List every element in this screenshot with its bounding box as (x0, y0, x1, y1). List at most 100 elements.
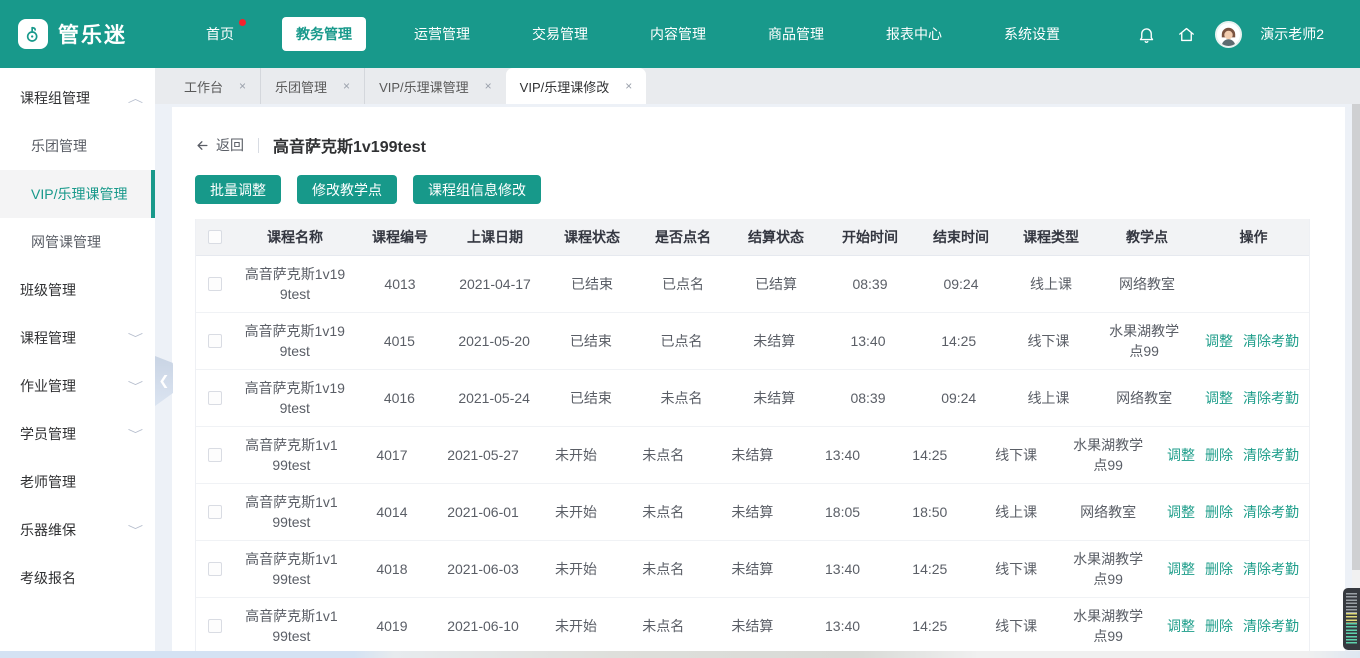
main-area: 工作台 × 乐团管理 × VIP/乐理课管理 × VIP/乐理课修改 × 返回 高音萨克斯1v… (155, 68, 1360, 651)
sidebar-subitem-1-3[interactable]: 网管课管理 (0, 218, 155, 266)
nav-item-7[interactable]: 报表中心 (872, 17, 956, 51)
select-all-checkbox[interactable] (208, 230, 222, 244)
op-link-0[interactable]: 调整 (1167, 502, 1195, 522)
op-link-0[interactable]: 调整 (1205, 388, 1233, 408)
tab-close-icon[interactable]: × (485, 79, 492, 93)
row-checkbox[interactable] (207, 334, 222, 348)
bell-icon[interactable] (1135, 23, 1157, 45)
cell-type: 线上课 (1027, 390, 1070, 406)
toolbar-button-2[interactable]: 修改教学点 (297, 175, 397, 204)
row-checkbox[interactable] (207, 505, 222, 519)
toolbar-button-3[interactable]: 课程组信息修改 (413, 175, 541, 204)
row-checkbox-cell (196, 484, 233, 540)
user-name[interactable]: 演示老师2 (1260, 24, 1324, 44)
cell-code: 4013 (384, 276, 416, 292)
row-checkbox[interactable] (208, 277, 222, 291)
sidebar-item-5[interactable]: 学员管理 ﹀ (0, 410, 155, 458)
sidebar-item-8[interactable]: 考级报名 (0, 554, 155, 602)
cell-start: 13:40 (825, 447, 861, 463)
cell-operations: 调整 清除考勤 (1195, 313, 1309, 369)
toolbar-button-1[interactable]: 批量调整 (195, 175, 281, 204)
sidebar-subitem-1-1[interactable]: 乐团管理 (0, 122, 155, 170)
op-link-2[interactable]: 清除考勤 (1243, 559, 1299, 579)
nav-item-3[interactable]: 运营管理 (400, 17, 484, 51)
column-header: 开始时间 (842, 229, 898, 245)
tab-3[interactable]: VIP/乐理课管理 × (365, 68, 506, 104)
sidebar-item-6[interactable]: 老师管理 (0, 458, 155, 506)
op-link-0[interactable]: 调整 (1167, 616, 1195, 636)
op-link-0[interactable]: 调整 (1167, 559, 1195, 579)
nav-item-1[interactable]: 首页 (192, 17, 248, 51)
cell-start: 13:40 (825, 561, 861, 577)
back-button[interactable]: 返回 (195, 135, 244, 155)
tab-close-icon[interactable]: × (625, 79, 632, 93)
tab-2[interactable]: 乐团管理 × (261, 68, 366, 104)
tab-close-icon[interactable]: × (343, 79, 350, 93)
cell-code: 4014 (376, 504, 408, 520)
cell-end: 18:50 (912, 504, 948, 520)
user-avatar[interactable] (1215, 20, 1243, 48)
row-checkbox[interactable] (207, 448, 222, 462)
op-link-2[interactable]: 清除考勤 (1243, 445, 1299, 465)
nav-item-5[interactable]: 内容管理 (636, 17, 720, 51)
op-link-2[interactable]: 清除考勤 (1243, 502, 1299, 522)
sidebar-item-3[interactable]: 课程管理 ﹀ (0, 314, 155, 362)
nav-item-8[interactable]: 系统设置 (990, 17, 1074, 51)
cell-name: 高音萨克斯1v199test (245, 551, 338, 587)
nav-item-2[interactable]: 教务管理 (282, 17, 366, 51)
sidebar-item-4[interactable]: 作业管理 ﹀ (0, 362, 155, 410)
chevron-down-icon: ﹀ (127, 525, 144, 537)
cell-type: 线下课 (995, 618, 1038, 634)
op-link-1[interactable]: 清除考勤 (1243, 331, 1299, 351)
cell-name: 高音萨克斯1v199test (245, 494, 338, 530)
tab-4[interactable]: VIP/乐理课修改 × (505, 68, 647, 104)
cell-end: 14:25 (912, 618, 948, 634)
cell-start: 13:40 (850, 333, 886, 349)
cell-status: 已结束 (569, 333, 612, 349)
op-link-1[interactable]: 清除考勤 (1243, 388, 1299, 408)
cell-type: 线下课 (995, 447, 1038, 463)
cell-name: 高音萨克斯1v199test (244, 266, 346, 302)
cell-operations: 调整 删除 清除考勤 (1157, 541, 1309, 597)
op-link-2[interactable]: 清除考勤 (1243, 616, 1299, 636)
sidebar: 课程组管理 ︿ 乐团管理 VIP/乐理课管理 网管课管理 班级管理 课程管理 ﹀ 作业管理 ﹀ 学员… (0, 68, 155, 651)
cell-type: 线上课 (995, 504, 1038, 520)
row-checkbox[interactable] (207, 562, 222, 576)
tab-close-icon[interactable]: × (239, 79, 246, 93)
op-link-1[interactable]: 删除 (1205, 445, 1233, 465)
row-checkbox[interactable] (207, 619, 222, 633)
cell-venue: 水果湖教学点99 (1073, 608, 1144, 644)
column-header: 结束时间 (933, 229, 989, 245)
cell-venue: 网络教室 (1116, 390, 1173, 406)
op-link-0[interactable]: 调整 (1167, 445, 1195, 465)
tab-1[interactable]: 工作台 × (170, 68, 262, 104)
cell-date: 2021-05-27 (447, 447, 519, 463)
row-checkbox[interactable] (207, 391, 222, 405)
toolbar: 批量调整 修改教学点 课程组信息修改 (172, 157, 1345, 204)
row-checkbox-cell (196, 256, 234, 312)
sidebar-item-1[interactable]: 课程组管理 ︿ (0, 74, 155, 122)
header-checkbox-cell (196, 219, 234, 255)
nav-item-4[interactable]: 交易管理 (518, 17, 602, 51)
cell-name: 高音萨克斯1v199test (244, 323, 345, 359)
op-link-1[interactable]: 删除 (1205, 559, 1233, 579)
home-icon[interactable] (1175, 23, 1197, 45)
cell-start: 08:39 (852, 276, 888, 292)
op-link-0[interactable]: 调整 (1205, 331, 1233, 351)
sidebar-subitem-1-2[interactable]: VIP/乐理课管理 (0, 170, 155, 218)
op-link-1[interactable]: 删除 (1205, 616, 1233, 636)
vertical-scrollbar-thumb[interactable] (1352, 104, 1360, 570)
chevron-up-icon: ︿ (127, 93, 144, 105)
nav-item-6[interactable]: 商品管理 (754, 17, 838, 51)
scroll-minimap-widget (1343, 588, 1360, 650)
row-checkbox-cell (196, 313, 234, 369)
cell-settle: 未结算 (731, 447, 774, 463)
cell-end: 09:24 (943, 276, 979, 292)
sidebar-item-7[interactable]: 乐器维保 ﹀ (0, 506, 155, 554)
cell-rollcall: 未点名 (642, 618, 685, 634)
top-navbar: 管乐迷 首页 教务管理 运营管理 交易管理 内容管理 商品管理 报表中心 系统设置 (0, 0, 1360, 68)
op-link-1[interactable]: 删除 (1205, 502, 1233, 522)
sidebar-item-2[interactable]: 班级管理 (0, 266, 155, 314)
horizontal-scrollbar[interactable] (0, 651, 1360, 658)
cell-code: 4018 (376, 561, 408, 577)
